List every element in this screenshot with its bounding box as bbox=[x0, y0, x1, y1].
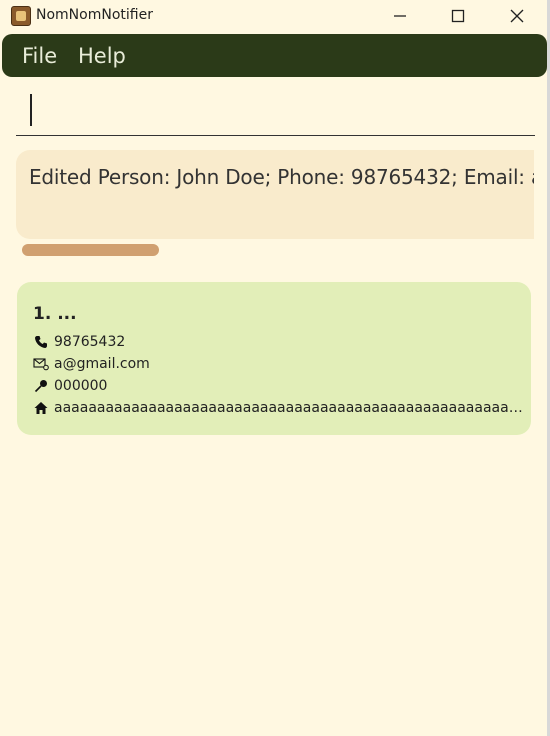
address-row: aaaaaaaaaaaaaaaaaaaaaaaaaaaaaaaaaaaaaaaa… bbox=[33, 398, 523, 418]
email-row: a@gmail.com bbox=[33, 354, 523, 374]
menu-file[interactable]: File bbox=[22, 44, 57, 68]
close-icon bbox=[510, 9, 524, 23]
result-horizontal-scrollbar[interactable] bbox=[22, 244, 159, 256]
close-button[interactable] bbox=[488, 0, 546, 32]
person-name: 1. ... bbox=[33, 304, 77, 324]
window-title: NomNomNotifier bbox=[36, 7, 153, 23]
app-icon bbox=[11, 6, 31, 26]
menu-bar: File Help bbox=[2, 34, 547, 77]
person-card[interactable]: 1. ... 98765432 a@gmail.com 000000 aaaaa… bbox=[17, 282, 531, 435]
maximize-icon bbox=[451, 9, 465, 23]
postal-text: 000000 bbox=[54, 378, 108, 394]
maximize-button[interactable] bbox=[429, 0, 487, 32]
minimize-button[interactable] bbox=[371, 0, 429, 32]
title-bar: NomNomNotifier bbox=[0, 0, 550, 32]
home-icon bbox=[33, 400, 49, 416]
phone-text: 98765432 bbox=[54, 334, 126, 350]
menu-help[interactable]: Help bbox=[78, 44, 126, 68]
command-input[interactable] bbox=[16, 84, 535, 136]
email-text: a@gmail.com bbox=[54, 356, 150, 372]
text-caret bbox=[30, 94, 32, 126]
email-icon bbox=[33, 356, 49, 372]
result-display: Edited Person: John Doe; Phone: 98765432… bbox=[16, 150, 534, 239]
result-text: Edited Person: John Doe; Phone: 98765432… bbox=[29, 165, 534, 189]
phone-icon bbox=[33, 334, 49, 350]
location-pin-icon bbox=[33, 378, 49, 394]
minimize-icon bbox=[394, 15, 406, 17]
address-text: aaaaaaaaaaaaaaaaaaaaaaaaaaaaaaaaaaaaaaaa… bbox=[54, 400, 523, 416]
postal-row: 000000 bbox=[33, 376, 523, 396]
phone-row: 98765432 bbox=[33, 332, 523, 352]
